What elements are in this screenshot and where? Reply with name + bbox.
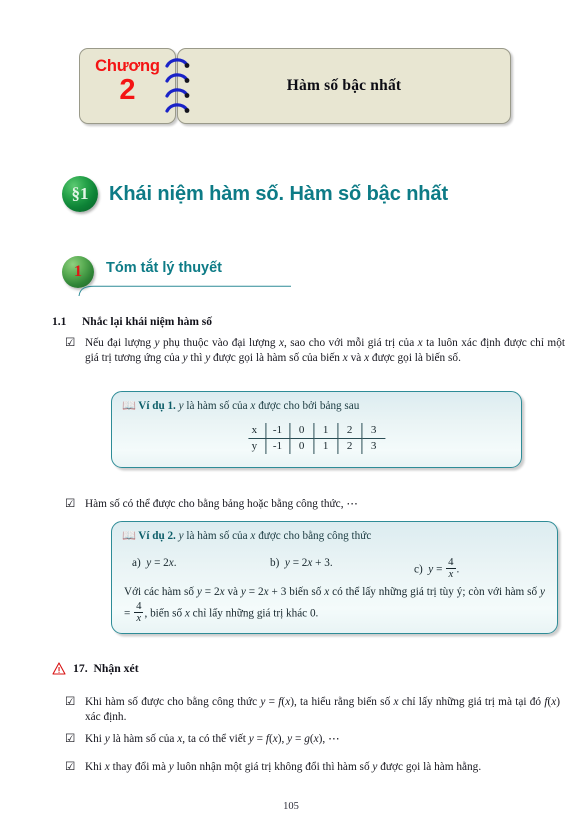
remark-title: Nhận xét <box>93 662 139 675</box>
checkbox-checked-icon: ☑ <box>65 498 76 510</box>
warning-triangle-icon <box>52 662 66 675</box>
section-heading: §1 Khái niệm hàm số. Hàm số bậc nhất <box>62 176 448 212</box>
page-number: 105 <box>283 801 299 812</box>
chapter-title: Hàm số bậc nhất <box>286 77 402 94</box>
chapter-number-label: 2 <box>119 74 136 106</box>
book-icon: 📖 <box>122 400 136 412</box>
cell-y-3: 2 <box>337 438 362 454</box>
cell-y-2: 1 <box>313 438 338 454</box>
example-box-1: 📖 Ví dụ 1. y là hàm số của x được cho bở… <box>111 391 522 468</box>
list-item-text: Khi y là hàm số của x, ta có thể viết y … <box>85 733 340 745</box>
remark-heading: 17. Nhận xét <box>52 662 139 675</box>
formula-b: b) y = 2x + 3. <box>270 557 333 569</box>
formula-c: c) y = 4x. <box>414 556 460 580</box>
remark-number: 17. <box>73 662 88 675</box>
table-row: x -1 0 1 2 3 <box>247 423 386 439</box>
subsection-number: 1.1 <box>52 316 67 328</box>
checkbox-checked-icon: ☑ <box>65 761 76 773</box>
row-label-x: x <box>247 423 266 439</box>
section-badge-label: §1 <box>71 183 89 203</box>
section-title: Khái niệm hàm số. Hàm số bậc nhất <box>109 182 449 205</box>
example-2-formula-row: a) y = 2x. b) y = 2x + 3. c) y = 4x. <box>124 551 545 580</box>
checkbox-checked-icon: ☑ <box>65 337 76 349</box>
example-2-label: Ví dụ 2. <box>138 530 176 542</box>
topic-badge-number: 1 <box>74 263 82 280</box>
cell-y-1: 0 <box>289 438 314 454</box>
cell-x-0: -1 <box>264 423 290 439</box>
list-item-text: Hàm số có thể được cho bằng bảng hoặc bằ… <box>85 498 358 510</box>
list-item: ☑ Khi y là hàm số của x, ta có thể viết … <box>65 732 560 747</box>
list-item-text: Khi hàm số được cho bằng công thức y = f… <box>85 696 561 723</box>
list-item: ☑ Khi hàm số được cho bằng công thức y =… <box>65 695 560 724</box>
example-1-label: Ví dụ 1. <box>138 400 176 412</box>
section-badge: §1 <box>62 176 98 212</box>
example-2-heading: 📖 Ví dụ 2. y là hàm số của x được cho bằ… <box>122 530 372 542</box>
cell-y-4: 3 <box>361 438 386 454</box>
checkbox-checked-icon: ☑ <box>65 696 76 708</box>
subsection-heading: 1.1 Nhắc lại khái niệm hàm số <box>52 316 212 328</box>
list-item-text: Nếu đại lượng y phụ thuộc vào đại lượng … <box>85 337 566 364</box>
cell-x-3: 2 <box>337 423 362 439</box>
chapter-banner: Chương 2 Hàm số bậc nhất <box>79 48 511 124</box>
formula-a: a) y = 2x. <box>132 557 177 569</box>
subsection-title: Nhắc lại khái niệm hàm số <box>82 316 213 328</box>
cell-x-2: 1 <box>313 423 338 439</box>
row-label-y: y <box>247 438 266 454</box>
book-icon: 📖 <box>122 530 136 542</box>
cell-x-4: 3 <box>361 423 386 439</box>
example-1-value-table: x -1 0 1 2 3 y -1 0 1 2 3 <box>247 423 386 454</box>
topic-heading: 1 Tóm tắt lý thuyết <box>62 256 322 296</box>
list-item: ☑ Khi x thay đổi mà y luôn nhận một giá … <box>65 760 560 775</box>
list-item: ☑ Nếu đại lượng y phụ thuộc vào đại lượn… <box>65 336 565 365</box>
table-row: y -1 0 1 2 3 <box>247 438 386 454</box>
topic-badge: 1 <box>62 256 94 288</box>
example-1-heading: 📖 Ví dụ 1. y là hàm số của x được cho bở… <box>122 400 360 412</box>
cell-x-1: 0 <box>289 423 314 439</box>
list-item-text: Khi x thay đổi mà y luôn nhận một giá tr… <box>85 761 482 773</box>
example-box-2: 📖 Ví dụ 2. y là hàm số của x được cho bằ… <box>111 521 558 634</box>
topic-underline-decoration <box>78 285 291 296</box>
topic-title: Tóm tắt lý thuyết <box>106 260 223 276</box>
example-2-paragraph: Với các hàm số y = 2x và y = 2x + 3 biến… <box>124 586 545 624</box>
checkbox-checked-icon: ☑ <box>65 733 76 745</box>
list-item: ☑ Hàm số có thể được cho bằng bảng hoặc … <box>65 497 545 512</box>
cell-y-0: -1 <box>264 438 290 454</box>
